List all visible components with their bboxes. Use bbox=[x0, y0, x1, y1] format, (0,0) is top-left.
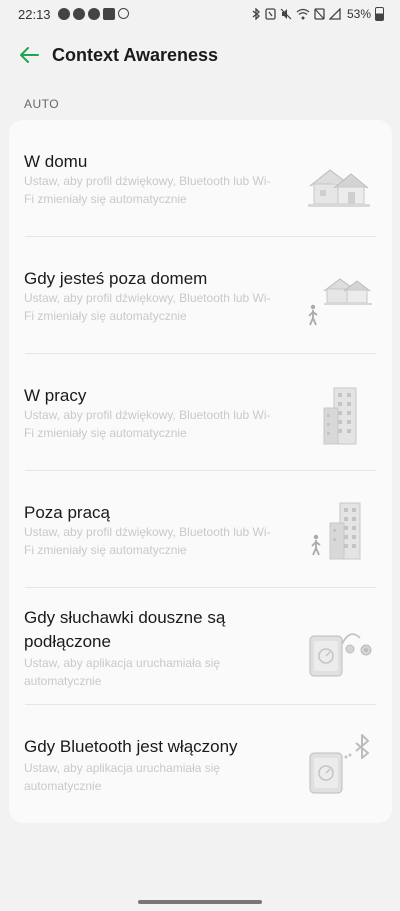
phone-earphones-icon bbox=[309, 633, 372, 677]
app-bar: Context Awareness bbox=[0, 36, 400, 76]
list-item-at-home[interactable]: W domu Ustaw, aby profil dźwiękowy, Blue… bbox=[9, 120, 392, 237]
list-item-away-from-work[interactable]: Poza pracą Ustaw, aby profil dźwiękowy, … bbox=[9, 471, 392, 588]
signal-icon bbox=[328, 8, 341, 20]
house-walking-person-icon bbox=[308, 278, 372, 326]
office-building-icon bbox=[323, 387, 357, 445]
dnd-icon bbox=[118, 8, 129, 19]
battery-percent: 53% bbox=[346, 7, 371, 21]
item-description: Ustaw, aby aplikacja uruchamiała się aut… bbox=[24, 656, 221, 688]
item-title: Gdy Bluetooth jest włączony bbox=[24, 737, 238, 756]
item-description: Ustaw, aby aplikacja uruchamiała się aut… bbox=[24, 761, 221, 793]
item-title: Poza pracą bbox=[24, 503, 110, 522]
item-description: Ustaw, aby profil dźwiękowy, Bluetooth l… bbox=[24, 291, 271, 323]
gesture-nav-handle[interactable] bbox=[138, 900, 262, 904]
office-walking-person-icon bbox=[311, 502, 361, 560]
notification-icons bbox=[58, 8, 129, 20]
back-arrow-icon[interactable] bbox=[18, 44, 40, 66]
system-icons: 53% bbox=[251, 7, 384, 21]
item-title: Gdy słuchawki douszne są podłączone bbox=[24, 608, 226, 651]
data-saver-icon bbox=[314, 8, 325, 20]
item-title: W pracy bbox=[24, 386, 87, 405]
status-time: 22:13 bbox=[18, 7, 51, 22]
item-title: W domu bbox=[24, 152, 88, 171]
item-title: Gdy jesteś poza domem bbox=[24, 269, 208, 288]
spotify-icon bbox=[58, 8, 70, 20]
page-title: Context Awareness bbox=[52, 45, 219, 65]
gallery-icon bbox=[103, 8, 115, 20]
item-description: Ustaw, aby profil dźwiękowy, Bluetooth l… bbox=[24, 174, 271, 206]
whatsapp-icon bbox=[88, 8, 100, 20]
list-item-bluetooth-on[interactable]: Gdy Bluetooth jest włączony Ustaw, aby a… bbox=[9, 705, 392, 822]
list-item-at-work[interactable]: W pracy Ustaw, aby profil dźwiękowy, Blu… bbox=[9, 354, 392, 471]
item-description: Ustaw, aby profil dźwiękowy, Bluetooth l… bbox=[24, 525, 271, 557]
item-description: Ustaw, aby profil dźwiękowy, Bluetooth l… bbox=[24, 408, 271, 440]
mute-icon bbox=[280, 8, 292, 20]
list-item-away-from-home[interactable]: Gdy jesteś poza domem Ustaw, aby profil … bbox=[9, 237, 392, 354]
list-item-earphones-connected[interactable]: Gdy słuchawki douszne są podłączone Usta… bbox=[9, 588, 392, 705]
status-bar: 22:13 53% bbox=[0, 0, 400, 30]
messenger-icon bbox=[73, 8, 85, 20]
bluetooth-icon bbox=[252, 8, 260, 20]
house-icon bbox=[308, 169, 370, 207]
battery-icon bbox=[375, 7, 384, 21]
phone-bluetooth-icon bbox=[309, 734, 369, 794]
nfc-icon bbox=[265, 8, 276, 20]
context-list-card: W domu Ustaw, aby profil dźwiękowy, Blue… bbox=[9, 120, 392, 823]
section-header-auto: AUTO bbox=[24, 97, 60, 111]
wifi-icon bbox=[296, 8, 310, 20]
